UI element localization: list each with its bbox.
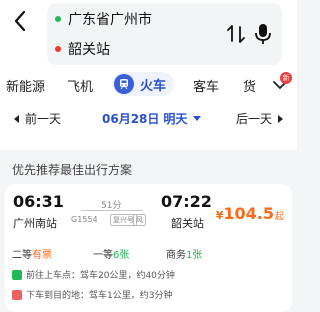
price: ¥ 104.5 起 [216, 204, 284, 223]
date-picker[interactable]: 06月28日 明天 [102, 110, 202, 127]
duration-line [81, 210, 143, 211]
seat-status: 有票 [32, 250, 52, 261]
departure-time: 06:31 [13, 192, 64, 211]
search-header: 广东省广州市 韶关站 新能源 飞机 火车 客车 货 新 前一天 06月28日 明… [0, 0, 297, 150]
destination-text: 韶关站 [68, 42, 110, 58]
car-icon [12, 289, 22, 300]
tab-train[interactable]: 火车 [112, 72, 174, 96]
seat-availability: 二等有票 一等6张 商务1张 [5, 246, 292, 262]
seat-business-class: 商务1张 [166, 250, 203, 261]
origin-row[interactable]: 广东省广州市 [55, 9, 152, 29]
section-title: 优先推荐最佳出行方案 [12, 163, 133, 177]
trip-card[interactable]: 06:31 广州南站 51分 G1554 复兴号 风 07:22 韶关站 ¥ 1… [5, 184, 292, 312]
tab-flight[interactable]: 飞机 [67, 76, 93, 95]
date-bar: 前一天 06月28日 明天 后一天 [0, 104, 297, 132]
new-badge: 新 [280, 72, 292, 84]
swap-button[interactable] [225, 23, 247, 45]
seat-status: 1张 [186, 250, 203, 261]
arrival-station: 韶关站 [171, 217, 204, 230]
seat-first-class: 一等6张 [93, 250, 130, 261]
pickup-info-text: 前往上车点：驾车20公里，约40分钟 [26, 271, 175, 281]
destination-row[interactable]: 韶关站 [55, 39, 110, 59]
origin-text: 广东省广州市 [68, 12, 152, 28]
next-day-button[interactable]: 后一天 [236, 110, 283, 127]
day-text: 明天 [163, 112, 188, 126]
date-text: 06月28日 [102, 112, 160, 126]
microphone-icon [255, 24, 271, 44]
route-box: 广东省广州市 韶关站 [47, 3, 282, 65]
next-day-label: 后一天 [235, 112, 272, 126]
feature-tag: 风 [133, 214, 146, 226]
tab-freight[interactable]: 货 [243, 76, 256, 95]
caret-right-icon [278, 114, 283, 123]
train-icon [114, 74, 134, 94]
seat-second-class: 二等有票 [12, 250, 52, 261]
tab-new-energy[interactable]: 新能源 [6, 76, 45, 95]
price-suffix: 起 [274, 212, 284, 222]
dropoff-info-text: 下车到目的地：驾车1公里，约3分钟 [26, 291, 173, 301]
swap-arrows-icon [227, 25, 245, 43]
price-value: 104.5 [223, 204, 274, 223]
destination-dot [55, 46, 61, 52]
back-button[interactable] [10, 8, 32, 34]
train-number: G1554 [71, 215, 98, 224]
caret-down-icon [193, 116, 202, 121]
prev-day-button[interactable]: 前一天 [14, 110, 61, 127]
tab-train-label: 火车 [140, 78, 167, 94]
caret-left-icon [14, 114, 19, 123]
pickup-info: 前往上车点：驾车20公里，约40分钟 [12, 267, 175, 282]
origin-dot [55, 16, 61, 22]
car-icon [12, 269, 22, 280]
tab-bus[interactable]: 客车 [193, 76, 219, 95]
departure-station: 广州南站 [13, 217, 57, 230]
chevron-left-icon [14, 10, 26, 32]
prev-day-label: 前一天 [25, 112, 62, 126]
arrival-time: 07:22 [161, 192, 212, 211]
seat-status: 6张 [113, 250, 130, 261]
transport-tabs: 新能源 飞机 火车 客车 货 [0, 70, 297, 98]
price-currency: ¥ [215, 209, 224, 222]
dropoff-info: 下车到目的地：驾车1公里，约3分钟 [12, 287, 172, 302]
voice-button[interactable] [253, 22, 273, 46]
